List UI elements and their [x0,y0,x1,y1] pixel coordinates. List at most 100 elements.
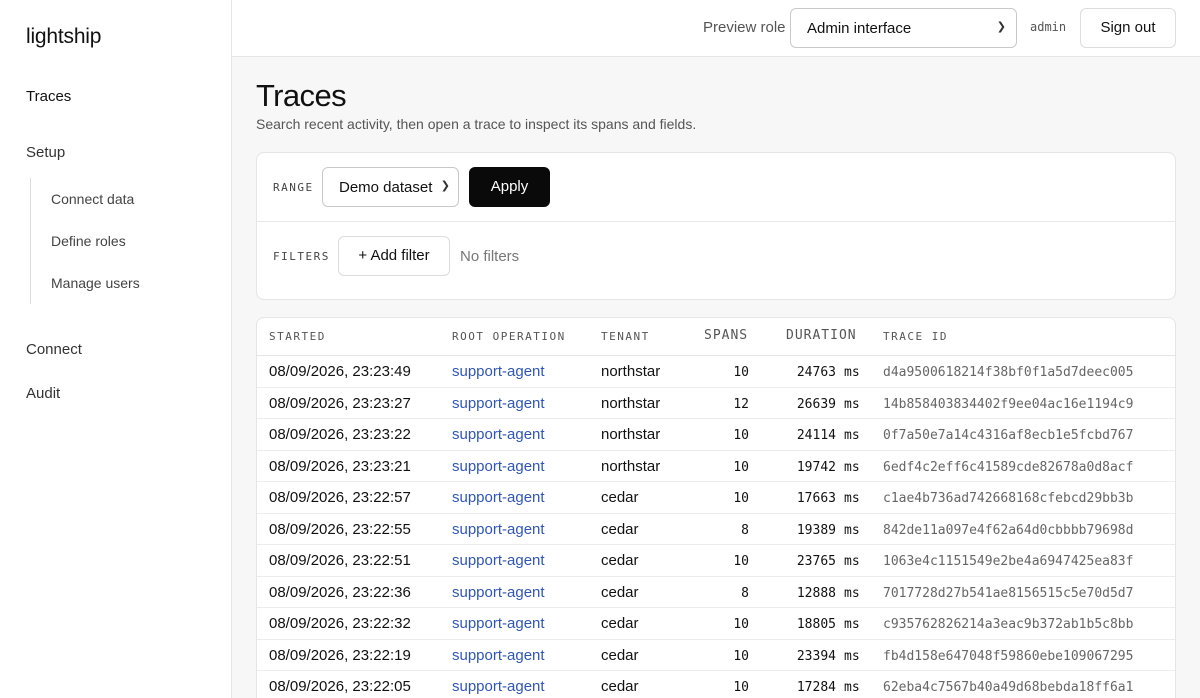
cell-root-operation-link[interactable]: support-agent [452,489,545,506]
cell-duration: 12888 [796,585,836,601]
cell-duration: 19742 [796,459,836,475]
range-select[interactable]: Demo dataset ❯ [322,167,459,207]
column-header-spans[interactable]: SPANS [704,328,748,343]
cell-trace-id: 1063e4c1151549e2be4a6947425ea83f [883,554,1134,569]
cell-root-operation-link[interactable]: support-agent [452,552,545,569]
cell-spans: 10 [733,680,749,695]
cell-trace-id: c935762826214a3eac9b372ab1b5c8bb [883,617,1134,632]
cell-spans: 8 [741,522,749,538]
chevron-down-icon: ❯ [996,21,1006,33]
sidebar-item-define-roles[interactable]: Define roles [51,233,126,249]
brand-logo[interactable]: lightship [26,25,101,49]
cell-duration-unit: ms [844,617,860,632]
page-title: Traces [256,78,347,113]
cell-root-operation-link[interactable]: support-agent [452,521,545,538]
table-row[interactable]: 08/09/2026, 23:22:51 support-agent cedar 10… [257,545,1175,577]
cell-duration: 23394 [796,648,836,664]
cell-trace-id: c1ae4b736ad742668168cfebcd29bb3b [883,491,1134,506]
cell-tenant: cedar [601,646,639,664]
cell-tenant: cedar [601,552,639,569]
traces-table: STARTED ROOT OPERATION TENANT SPANS DURA… [256,317,1176,698]
cell-duration: 17663 [796,491,836,506]
cell-spans: 10 [733,648,749,664]
sidebar-item-traces[interactable]: Traces [26,88,71,105]
sidebar-item-connect-data[interactable]: Connect data [51,191,134,207]
apply-button[interactable]: Apply [469,167,550,207]
cell-started: 08/09/2026, 23:22:55 [269,520,411,538]
cell-trace-id: 62eba4c7567b40a49d68bebda18ff6a1 [883,680,1134,695]
cell-root-operation-link[interactable]: support-agent [452,678,545,695]
table-row[interactable]: 08/09/2026, 23:22:55 support-agent cedar 8 1… [257,514,1175,545]
cell-duration: 26639 [796,396,836,412]
cell-root-operation-link[interactable]: support-agent [452,584,545,601]
cell-trace-id: fb4d158e647048f59860ebe109067295 [883,648,1134,664]
column-header-trace-id[interactable]: TRACE ID [883,330,948,343]
current-user: admin [1030,20,1067,34]
preview-role-select[interactable]: Admin interface ❯ [790,8,1017,48]
table-row[interactable]: 08/09/2026, 23:23:49 support-agent northst… [257,356,1175,388]
cell-duration: 24114 [796,428,836,443]
cell-started: 08/09/2026, 23:23:22 [269,426,411,443]
preview-role-value: Admin interface [807,20,912,37]
sidebar-item-setup[interactable]: Setup [26,144,65,161]
cell-tenant: northstar [601,457,661,475]
cell-trace-id: 7017728d27b541ae8156515c5e70d5d7 [883,585,1134,601]
page-subtitle: Search recent activity, then open a trac… [256,116,697,132]
cell-spans: 10 [733,554,749,569]
cell-root-operation-link[interactable]: support-agent [452,458,545,475]
sign-out-button[interactable]: Sign out [1080,8,1176,48]
table-row[interactable]: 08/09/2026, 23:22:57 support-agent cedar 10… [257,482,1175,514]
cell-tenant: cedar [601,489,639,506]
cell-trace-id: 0f7a50e7a14c4316af8ecb1e5fcbd767 [883,428,1134,443]
cell-duration-unit: ms [844,491,860,506]
cell-duration: 19389 [796,522,836,538]
column-header-tenant[interactable]: TENANT [601,330,650,343]
cell-trace-id: d4a9500618214f38bf0f1a5d7deec005 [883,365,1134,380]
cell-started: 08/09/2026, 23:22:57 [269,489,411,506]
cell-trace-id: 14b858403834402f9ee04ac16e1194c9 [883,396,1134,412]
cell-tenant: cedar [601,678,639,695]
cell-root-operation-link[interactable]: support-agent [452,426,545,443]
chevron-down-icon: ❯ [440,180,450,192]
table-row[interactable]: 08/09/2026, 23:22:05 support-agent cedar 10… [257,671,1175,698]
table-row[interactable]: 08/09/2026, 23:22:19 support-agent cedar 10… [257,640,1175,671]
preview-role-label: Preview role [703,19,786,36]
cell-tenant: cedar [601,615,639,632]
table-row[interactable]: 08/09/2026, 23:23:22 support-agent northst… [257,419,1175,451]
table-row[interactable]: 08/09/2026, 23:22:32 support-agent cedar 10… [257,608,1175,640]
filters-label: FILTERS [273,250,330,263]
cell-tenant: northstar [601,394,661,412]
top-bar: Preview role Admin interface ❯ admin Sig… [232,0,1200,57]
table-row[interactable]: 08/09/2026, 23:23:27 support-agent northst… [257,388,1175,419]
sidebar-item-manage-users[interactable]: Manage users [51,275,140,291]
cell-duration-unit: ms [844,648,860,664]
cell-duration-unit: ms [844,522,860,538]
cell-duration-unit: ms [844,680,860,695]
cell-tenant: cedar [601,520,639,538]
cell-duration-unit: ms [844,428,860,443]
cell-duration-unit: ms [844,585,860,601]
cell-root-operation-link[interactable]: support-agent [452,395,545,412]
range-value: Demo dataset [339,179,433,196]
cell-spans: 10 [733,459,749,475]
sidebar-item-connect[interactable]: Connect [26,341,82,358]
cell-tenant: northstar [601,363,661,380]
cell-root-operation-link[interactable]: support-agent [452,363,545,380]
table-row[interactable]: 08/09/2026, 23:22:36 support-agent cedar 8 1… [257,577,1175,608]
cell-started: 08/09/2026, 23:22:51 [269,552,411,569]
divider [257,221,1175,222]
table-header: STARTED ROOT OPERATION TENANT SPANS DURA… [257,318,1175,356]
add-filter-button[interactable]: + Add filter [338,236,450,276]
column-header-duration[interactable]: DURATION [786,328,857,343]
table-row[interactable]: 08/09/2026, 23:23:21 support-agent northst… [257,451,1175,482]
cell-duration: 23765 [796,554,836,569]
cell-root-operation-link[interactable]: support-agent [452,647,545,664]
sidebar-item-audit[interactable]: Audit [26,385,60,402]
column-header-started[interactable]: STARTED [269,330,326,343]
cell-duration: 18805 [796,617,836,632]
cell-tenant: cedar [601,583,639,601]
cell-started: 08/09/2026, 23:22:36 [269,583,411,601]
column-header-root-operation[interactable]: ROOT OPERATION [452,330,566,343]
cell-spans: 10 [733,491,749,506]
cell-root-operation-link[interactable]: support-agent [452,615,545,632]
